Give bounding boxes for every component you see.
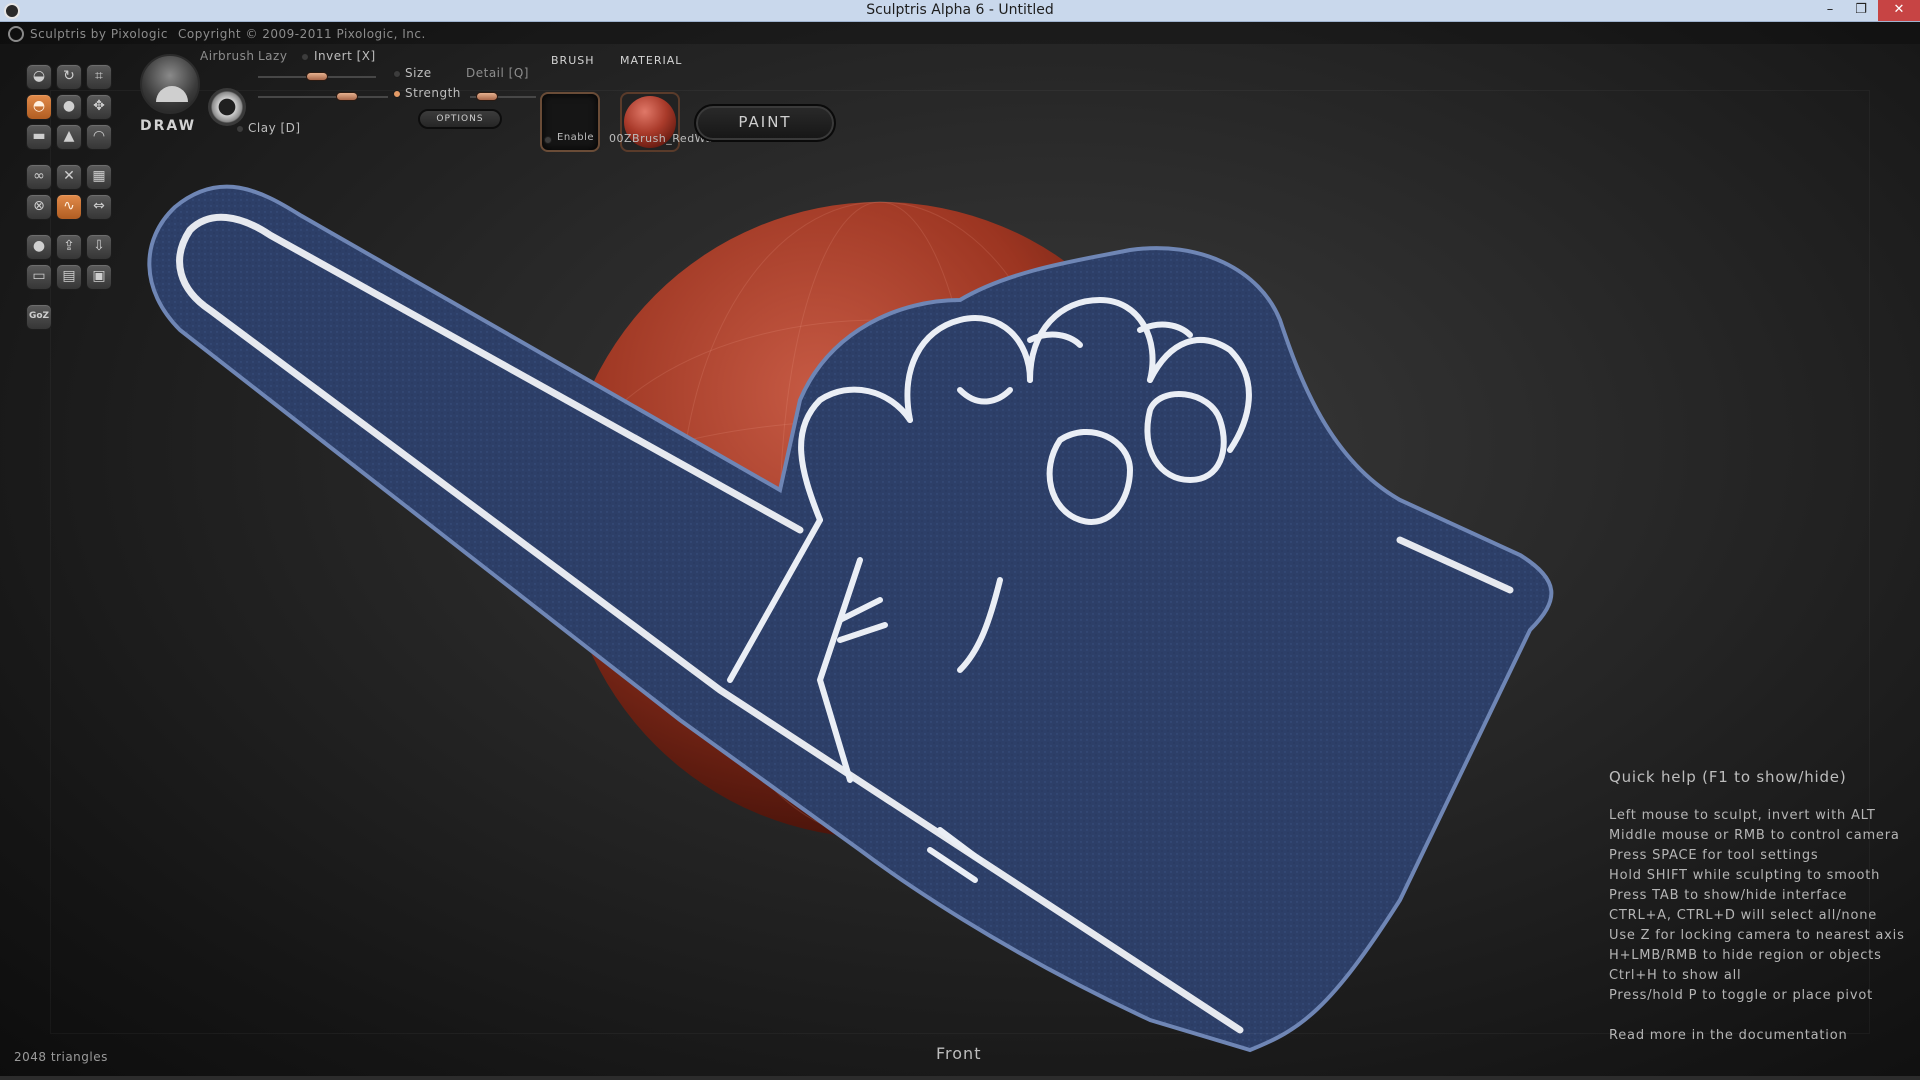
pinch-icon: ▲ bbox=[63, 128, 75, 144]
triangle-count: 2048 triangles bbox=[14, 1050, 108, 1064]
help-line: Use Z for locking camera to nearest axis bbox=[1609, 928, 1905, 943]
mirror-icon: ⇔ bbox=[93, 198, 105, 214]
tool-import[interactable]: ⇪ bbox=[56, 234, 82, 260]
tool-new-sphere[interactable]: ● bbox=[26, 234, 52, 260]
tool-smooth[interactable]: ◠ bbox=[86, 124, 112, 150]
open-icon: ▤ bbox=[62, 268, 76, 284]
symmetry-icon: ∞ bbox=[33, 168, 45, 184]
viewport-frame bbox=[50, 90, 1870, 1034]
size-slider-track[interactable] bbox=[258, 96, 388, 98]
tool-mask[interactable]: ⊗ bbox=[26, 194, 52, 220]
size-slider-knob[interactable] bbox=[336, 92, 358, 101]
tool-export[interactable]: ⇩ bbox=[86, 234, 112, 260]
grid-icon: ▦ bbox=[92, 168, 106, 184]
minimize-button[interactable]: – bbox=[1816, 0, 1844, 21]
help-line: Press SPACE for tool settings bbox=[1609, 848, 1819, 863]
tool-wave[interactable]: ∿ bbox=[56, 194, 82, 220]
draw-icon: ◓ bbox=[32, 98, 46, 114]
tool-rotate[interactable]: ↻ bbox=[56, 64, 82, 90]
camera-view-label: Front bbox=[936, 1044, 982, 1063]
tool-flatten[interactable]: ▬ bbox=[26, 124, 52, 150]
inflate-icon: ● bbox=[62, 98, 76, 114]
tool-open[interactable]: ▤ bbox=[56, 264, 82, 290]
detail-label: Detail [Q] bbox=[466, 66, 529, 80]
restore-button[interactable]: ❐ bbox=[1847, 0, 1875, 21]
detail-slider-knob[interactable] bbox=[476, 92, 498, 101]
airbrush-dial[interactable] bbox=[208, 88, 246, 126]
strength-radio[interactable] bbox=[393, 90, 401, 98]
brush-section-title: BRUSH bbox=[551, 54, 595, 67]
tool-mirror[interactable]: ⇔ bbox=[86, 194, 112, 220]
tool-save[interactable]: ▣ bbox=[86, 264, 112, 290]
tool-grab[interactable]: ✥ bbox=[86, 94, 112, 120]
sphere-icon: ● bbox=[32, 238, 46, 254]
clay-label: Clay [D] bbox=[248, 121, 301, 135]
grab-icon: ✥ bbox=[93, 98, 105, 114]
pixologic-logo-icon bbox=[8, 26, 24, 42]
tool-crease[interactable]: ◒ bbox=[26, 64, 52, 90]
brush-preview-icon[interactable] bbox=[140, 54, 200, 114]
brush-enable-label: Enable bbox=[557, 132, 595, 143]
paint-mode-button[interactable]: PAINT bbox=[694, 104, 836, 142]
help-line: H+LMB/RMB to hide region or objects bbox=[1609, 948, 1882, 963]
tool-inflate[interactable]: ● bbox=[56, 94, 82, 120]
mask-icon: ⊗ bbox=[33, 198, 45, 214]
wireframe-icon: ✕ bbox=[63, 168, 75, 184]
wave-icon: ∿ bbox=[63, 198, 75, 214]
window-title-bar: Sculptris Alpha 6 - Untitled – ❐ ✕ bbox=[0, 0, 1920, 22]
tool-pinch[interactable]: ▲ bbox=[56, 124, 82, 150]
tool-grid[interactable]: ▦ bbox=[86, 164, 112, 190]
goz-label: GoZ bbox=[28, 311, 50, 321]
smooth-icon: ◠ bbox=[92, 128, 106, 144]
lazy-label: Lazy bbox=[258, 49, 288, 63]
help-line: Press TAB to show/hide interface bbox=[1609, 888, 1848, 903]
help-line: Press/hold P to toggle or place pivot bbox=[1609, 988, 1873, 1003]
bottom-edge bbox=[0, 1076, 1920, 1080]
documentation-link[interactable]: Read more in the documentation bbox=[1609, 1028, 1848, 1043]
plane-icon: ▭ bbox=[32, 268, 46, 284]
header-copyright: Copyright © 2009-2011 Pixologic, Inc. bbox=[178, 27, 426, 41]
header-product-credit: Sculptris by Pixologic bbox=[30, 27, 168, 41]
help-line: Ctrl+H to show all bbox=[1609, 968, 1742, 983]
tool-wireframe[interactable]: ✕ bbox=[56, 164, 82, 190]
quick-help-title: Quick help (F1 to show/hide) bbox=[1609, 768, 1847, 786]
airbrush-label: Airbrush bbox=[200, 49, 255, 63]
goz-button[interactable]: GoZ bbox=[26, 304, 52, 330]
crease-icon: ◒ bbox=[32, 68, 46, 84]
close-button[interactable]: ✕ bbox=[1878, 0, 1920, 21]
size-label: Size bbox=[405, 66, 432, 80]
invert-label: Invert [X] bbox=[314, 49, 376, 63]
clay-toggle[interactable] bbox=[236, 125, 244, 133]
lazy-slider-knob[interactable] bbox=[306, 72, 328, 81]
help-line: Middle mouse or RMB to control camera bbox=[1609, 828, 1900, 843]
help-line: CTRL+A, CTRL+D will select all/none bbox=[1609, 908, 1878, 923]
export-icon: ⇩ bbox=[93, 238, 105, 254]
save-icon: ▣ bbox=[92, 268, 106, 284]
strength-label: Strength bbox=[405, 86, 461, 100]
help-line: Left mouse to sculpt, invert with ALT bbox=[1609, 808, 1876, 823]
size-radio[interactable] bbox=[393, 70, 401, 78]
import-icon: ⇪ bbox=[63, 238, 75, 254]
help-line: Hold SHIFT while sculpting to smooth bbox=[1609, 868, 1881, 883]
tool-new-plane[interactable]: ▭ bbox=[26, 264, 52, 290]
scale-icon: ⌗ bbox=[95, 68, 103, 84]
invert-toggle[interactable] bbox=[301, 53, 309, 61]
window-title: Sculptris Alpha 6 - Untitled bbox=[866, 2, 1054, 18]
tool-symmetry[interactable]: ∞ bbox=[26, 164, 52, 190]
tool-draw[interactable]: ◓ bbox=[26, 94, 52, 120]
flatten-icon: ▬ bbox=[32, 128, 46, 144]
app-client-area: Sculptris by Pixologic Copyright © 2009-… bbox=[0, 22, 1920, 1080]
options-button[interactable]: OPTIONS bbox=[418, 109, 502, 129]
rotate-icon: ↻ bbox=[63, 68, 75, 84]
material-section-title: MATERIAL bbox=[620, 54, 683, 67]
tool-scale[interactable]: ⌗ bbox=[86, 64, 112, 90]
brush-enable-toggle[interactable] bbox=[544, 136, 552, 144]
